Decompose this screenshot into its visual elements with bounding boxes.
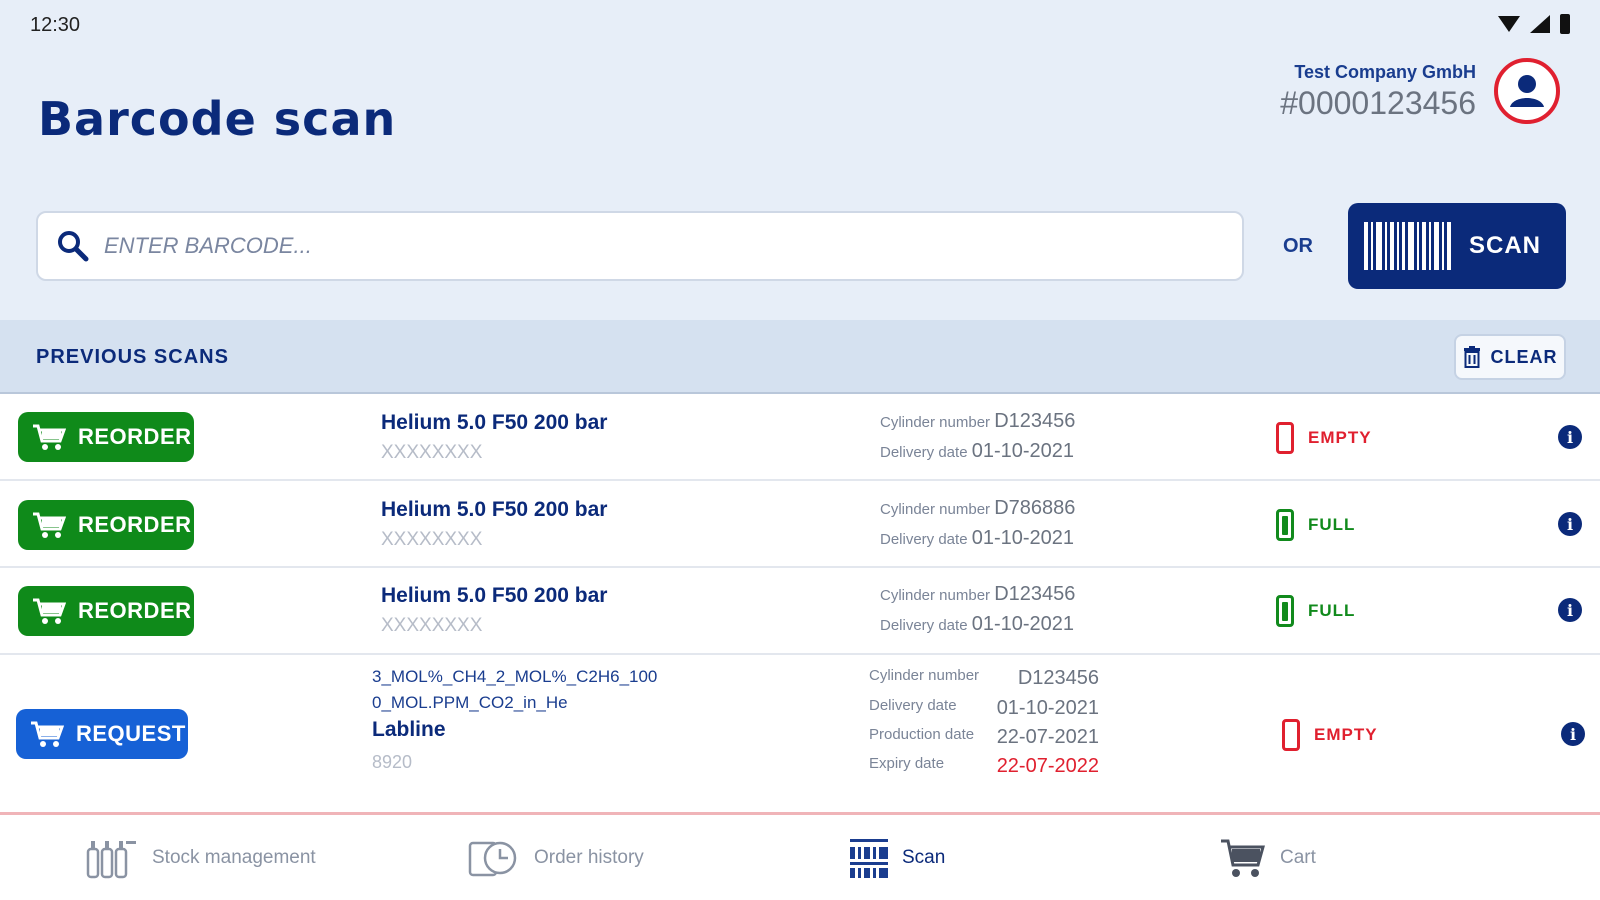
user-icon	[1510, 75, 1544, 107]
product-code-line1: 3_MOL%_CH4_2_MOL%_C2H6_100	[372, 667, 658, 686]
cylinder-status: FULL	[1276, 595, 1355, 627]
reorder-button[interactable]: REORDER	[18, 500, 194, 550]
nav-order-history[interactable]: Order history	[468, 837, 644, 879]
barcode-scan-icon	[850, 839, 888, 878]
product-name: Helium 5.0 F50 200 bar	[381, 584, 608, 607]
request-label: REQUEST	[76, 721, 186, 746]
cylinders-icon	[86, 841, 136, 879]
nav-label: Stock management	[152, 847, 316, 868]
battery-icon	[1560, 14, 1570, 34]
cylinder-status: EMPTY	[1276, 422, 1372, 454]
product-code: XXXXXXXX	[381, 615, 483, 636]
status-bar: 12:30	[0, 0, 1600, 48]
nav-label: Scan	[902, 847, 946, 868]
product-number: 8920	[372, 752, 413, 772]
barcode-icon	[1364, 222, 1451, 270]
delivery-date: Delivery date 01-10-2021	[880, 613, 1075, 635]
scan-row: REQUEST 3_MOL%_CH4_2_MOL%_C2H6_100 0_MOL…	[0, 655, 1600, 812]
company-info: Test Company GmbH #0000123456	[1280, 62, 1476, 122]
info-icon[interactable]: i	[1558, 425, 1582, 449]
product-name: Labline	[372, 718, 446, 741]
reorder-label: REORDER	[78, 512, 192, 537]
cylinder-empty-icon	[1276, 422, 1294, 454]
cylinder-number: Cylinder number D786886	[880, 497, 1076, 519]
system-icons	[1498, 14, 1570, 34]
avatar-button[interactable]	[1494, 58, 1560, 124]
delivery-date: Delivery date 01-10-2021	[880, 527, 1075, 549]
reorder-label: REORDER	[78, 598, 192, 623]
cart-icon	[33, 512, 66, 538]
scan-label: SCAN	[1469, 232, 1542, 259]
reorder-label: REORDER	[78, 424, 192, 449]
nav-scan[interactable]: Scan	[850, 837, 945, 879]
history-icon	[468, 841, 517, 877]
scan-row: REORDER Helium 5.0 F50 200 bar XXXXXXXX …	[0, 568, 1600, 655]
product-name: Helium 5.0 F50 200 bar	[381, 411, 608, 434]
cylinder-number: Cylinder number D123456	[880, 410, 1076, 432]
or-label: OR	[1283, 235, 1313, 257]
cart-icon	[33, 598, 66, 624]
cylinder-number: Cylinder number D123456	[869, 667, 1099, 689]
scan-row: REORDER Helium 5.0 F50 200 bar XXXXXXXX …	[0, 394, 1600, 481]
clear-button[interactable]: CLEAR	[1454, 334, 1566, 380]
nav-stock-management[interactable]: Stock management	[86, 837, 316, 879]
nav-label: Cart	[1280, 847, 1316, 868]
bottom-navigation: Stock management Order history Scan Cart	[0, 812, 1600, 900]
signal-icon	[1530, 15, 1550, 33]
scan-row: REORDER Helium 5.0 F50 200 bar XXXXXXXX …	[0, 481, 1600, 568]
cylinder-status: EMPTY	[1282, 719, 1378, 751]
clear-label: CLEAR	[1490, 346, 1558, 367]
barcode-input[interactable]	[104, 233, 1204, 259]
company-name: Test Company GmbH	[1294, 62, 1476, 82]
product-name: Helium 5.0 F50 200 bar	[381, 498, 608, 521]
reorder-button[interactable]: REORDER	[18, 412, 194, 462]
trash-icon	[1463, 346, 1480, 368]
cylinder-full-icon	[1276, 595, 1294, 627]
status-time: 12:30	[30, 14, 81, 36]
product-code-line2: 0_MOL.PPM_CO2_in_He	[372, 693, 568, 712]
info-icon[interactable]: i	[1558, 512, 1582, 536]
request-button[interactable]: REQUEST	[16, 709, 188, 759]
barcode-search-box[interactable]	[36, 211, 1244, 281]
previous-scans-title: PREVIOUS SCANS	[36, 346, 229, 368]
production-date: Production date 22-07-2021	[869, 726, 1099, 748]
cart-icon	[33, 424, 66, 450]
company-id: #0000123456	[1280, 85, 1476, 121]
reorder-button[interactable]: REORDER	[18, 586, 194, 636]
cylinder-number: Cylinder number D123456	[880, 583, 1076, 605]
cart-icon	[31, 721, 64, 747]
search-icon	[58, 231, 89, 262]
info-icon[interactable]: i	[1558, 598, 1582, 622]
previous-scans-header: PREVIOUS SCANS CLEAR	[0, 320, 1600, 394]
wifi-icon	[1498, 16, 1520, 32]
product-code: XXXXXXXX	[381, 529, 483, 550]
nav-label: Order history	[534, 847, 644, 868]
cylinder-empty-icon	[1282, 719, 1300, 751]
cylinder-full-icon	[1276, 509, 1294, 541]
info-icon[interactable]: i	[1561, 722, 1585, 746]
nav-cart[interactable]: Cart	[1220, 837, 1316, 879]
cart-icon	[1221, 839, 1265, 877]
cylinder-status: FULL	[1276, 509, 1355, 541]
delivery-date: Delivery date 01-10-2021	[880, 440, 1075, 462]
scan-button[interactable]: SCAN	[1348, 203, 1566, 289]
expiry-date: Expiry date 22-07-2022	[869, 755, 1099, 777]
page-title: Barcode scan	[38, 92, 397, 146]
product-code: XXXXXXXX	[381, 442, 483, 463]
delivery-date: Delivery date 01-10-2021	[869, 697, 1099, 719]
